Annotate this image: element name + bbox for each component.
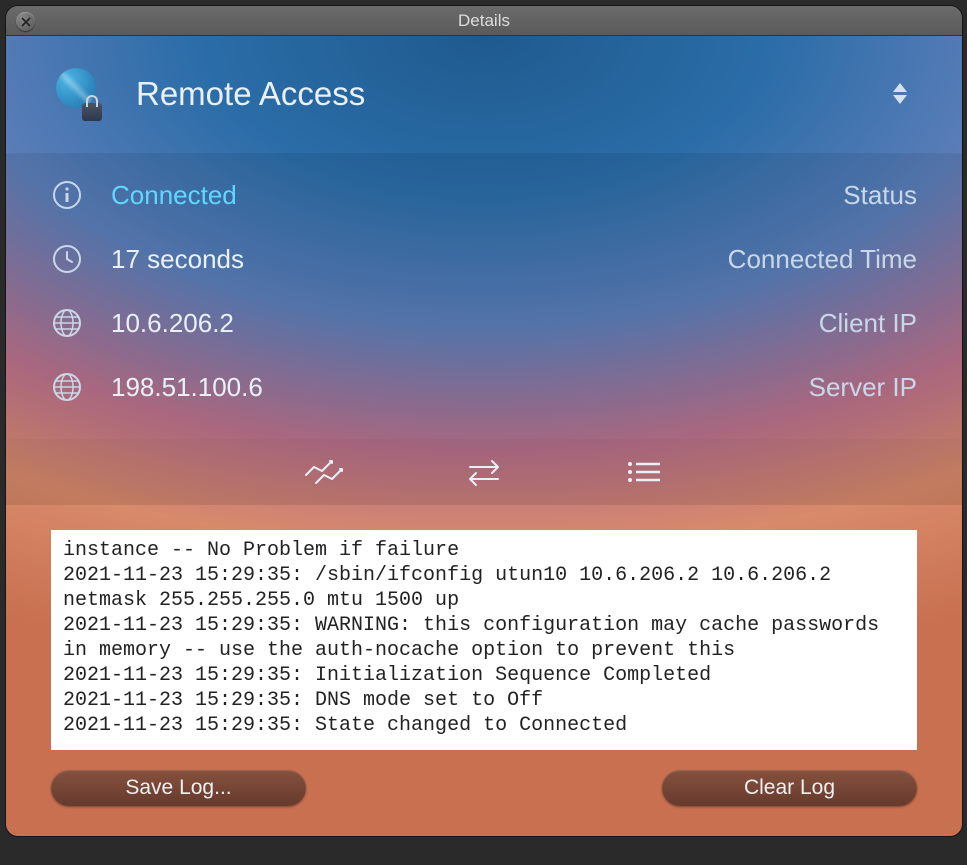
- server-ip-row: 198.51.100.6 Server IP: [51, 355, 917, 419]
- app-title: Remote Access: [136, 75, 883, 113]
- details-window: Details Remote Access Connected Status: [6, 6, 962, 836]
- tab-transfer[interactable]: [464, 457, 504, 487]
- tab-log[interactable]: [624, 457, 664, 487]
- clear-log-button[interactable]: Clear Log: [662, 770, 917, 806]
- transfer-icon: [464, 457, 504, 487]
- client-ip-value: 10.6.206.2: [111, 308, 819, 339]
- stats-panel: Connected Status 17 seconds Connected Ti…: [6, 153, 962, 439]
- app-icon: [51, 66, 106, 121]
- tabs: [6, 439, 962, 505]
- globe-icon: [51, 307, 83, 339]
- close-button[interactable]: [16, 12, 35, 31]
- server-ip-value: 198.51.100.6: [111, 372, 809, 403]
- save-log-button[interactable]: Save Log...: [51, 770, 306, 806]
- log-viewer[interactable]: instance -- No Problem if failure 2021-1…: [51, 530, 917, 750]
- client-ip-label: Client IP: [819, 308, 917, 339]
- server-ip-label: Server IP: [809, 372, 917, 403]
- time-row: 17 seconds Connected Time: [51, 227, 917, 291]
- tab-chart[interactable]: [304, 457, 344, 487]
- log-text: instance -- No Problem if failure 2021-1…: [63, 538, 905, 738]
- sort-toggle[interactable]: [883, 73, 917, 114]
- chevron-up-icon: [893, 83, 907, 92]
- info-icon: [51, 179, 83, 211]
- close-icon: [21, 17, 31, 27]
- chart-icon: [304, 457, 344, 487]
- button-bar: Save Log... Clear Log: [6, 765, 962, 826]
- status-value: Connected: [111, 180, 843, 211]
- window-title: Details: [458, 11, 510, 31]
- time-label: Connected Time: [728, 244, 917, 275]
- lock-icon: [82, 103, 102, 121]
- status-label: Status: [843, 180, 917, 211]
- content-area: Remote Access Connected Status 17 second…: [6, 36, 962, 836]
- header: Remote Access: [6, 36, 962, 153]
- list-icon: [624, 457, 664, 487]
- chevron-down-icon: [893, 95, 907, 104]
- time-value: 17 seconds: [111, 244, 728, 275]
- status-row: Connected Status: [51, 163, 917, 227]
- client-ip-row: 10.6.206.2 Client IP: [51, 291, 917, 355]
- globe-icon: [51, 371, 83, 403]
- titlebar: Details: [6, 6, 962, 36]
- clock-icon: [51, 243, 83, 275]
